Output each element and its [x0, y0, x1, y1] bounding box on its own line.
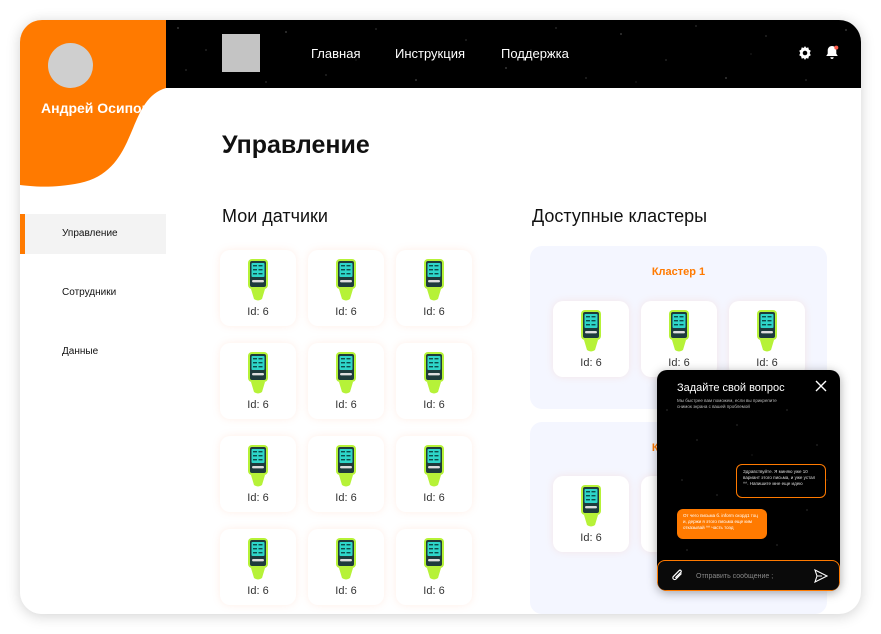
sensor-card[interactable]: Id: 6	[308, 529, 384, 605]
sensor-id-label: Id: 6	[247, 585, 269, 597]
sensor-card[interactable]: Id: 6	[220, 343, 296, 419]
sensor-device-icon	[336, 538, 356, 580]
sensor-card[interactable]: Id: 6	[308, 250, 384, 326]
sensor-id-label: Id: 6	[668, 357, 690, 369]
sensor-card[interactable]: Id: 6	[396, 529, 472, 605]
avatar[interactable]	[48, 43, 93, 88]
sidebar-item-label: Управление	[62, 228, 118, 239]
sensor-id-label: Id: 6	[335, 306, 357, 318]
gear-icon[interactable]	[798, 46, 812, 60]
sensor-device-icon	[424, 259, 444, 301]
sensor-card[interactable]: Id: 6	[396, 343, 472, 419]
sensor-id-label: Id: 6	[580, 357, 602, 369]
chat-message-support: От чего письма б. inform скорд1 тоц и, д…	[677, 509, 767, 539]
sensor-id-label: Id: 6	[247, 306, 269, 318]
sensor-device-icon	[424, 352, 444, 394]
sensor-id-label: Id: 6	[335, 399, 357, 411]
support-chat-widget: Задайте свой вопрос Мы быстрее вам помож…	[657, 370, 840, 591]
bell-icon[interactable]	[825, 45, 839, 60]
sensor-device-icon	[248, 259, 268, 301]
sensor-id-label: Id: 6	[423, 306, 445, 318]
nav-link-instructions[interactable]: Инструкция	[395, 46, 465, 61]
sensor-device-icon	[248, 538, 268, 580]
my-sensors-title: Мои датчики	[222, 206, 328, 226]
sidebar-item-data[interactable]: Данные	[20, 332, 166, 372]
sensor-device-icon	[248, 352, 268, 394]
sensor-device-icon	[336, 445, 356, 487]
sensor-id-label: Id: 6	[247, 492, 269, 504]
sensor-device-icon	[757, 310, 777, 352]
sensor-card[interactable]: Id: 6	[308, 436, 384, 512]
sensor-device-icon	[424, 445, 444, 487]
sensor-id-label: Id: 6	[423, 492, 445, 504]
nav-link-support[interactable]: Поддержка	[501, 46, 569, 61]
sensor-card[interactable]: Id: 6	[220, 529, 296, 605]
sensor-card[interactable]: Id: 6	[396, 436, 472, 512]
sensor-card[interactable]: Id: 6	[220, 250, 296, 326]
sensor-card[interactable]: Id: 6	[396, 250, 472, 326]
app-window: Андрей Осипов Управление Сотрудники Данн…	[20, 20, 861, 614]
chat-input-bar	[657, 560, 840, 591]
chat-message-input[interactable]	[696, 570, 806, 582]
sensor-device-icon	[581, 310, 601, 352]
logo-placeholder[interactable]	[222, 34, 260, 72]
sensor-id-label: Id: 6	[335, 585, 357, 597]
sensor-card[interactable]: Id: 6	[729, 301, 805, 377]
chat-title: Задайте свой вопрос	[677, 382, 785, 394]
sensor-card[interactable]: Id: 6	[308, 343, 384, 419]
page-title: Управление	[222, 131, 370, 159]
sensor-card[interactable]: Id: 6	[220, 436, 296, 512]
sidebar: Андрей Осипов Управление Сотрудники Данн…	[20, 20, 166, 614]
sensor-id-label: Id: 6	[423, 585, 445, 597]
nav-link-home[interactable]: Главная	[311, 46, 360, 61]
sidebar-item-label: Данные	[62, 346, 99, 357]
sensor-id-label: Id: 6	[335, 492, 357, 504]
sensor-card[interactable]: Id: 6	[641, 301, 717, 377]
sensor-id-label: Id: 6	[423, 399, 445, 411]
sidebar-item-label: Сотрудники	[62, 287, 117, 298]
chat-message-user: Здравствуйте. Я миняю уже 10 вариант это…	[736, 464, 826, 498]
paperclip-icon[interactable]	[671, 569, 685, 583]
sidebar-item-management[interactable]: Управление	[20, 214, 166, 254]
chat-subtitle: Мы быстрее вам поможем, если вы прикрепи…	[677, 398, 777, 409]
clusters-title: Доступные кластеры	[532, 206, 708, 226]
sensor-device-icon	[424, 538, 444, 580]
sensor-device-icon	[336, 352, 356, 394]
sensor-id-label: Id: 6	[247, 399, 269, 411]
sensor-device-icon	[581, 485, 601, 527]
sensor-device-icon	[336, 259, 356, 301]
top-navbar: Главная Инструкция Поддержка	[166, 20, 861, 88]
sensor-device-icon	[669, 310, 689, 352]
sensor-card[interactable]: Id: 6	[553, 301, 629, 377]
user-name: Андрей Осипов	[41, 100, 151, 116]
sidebar-item-employees[interactable]: Сотрудники	[20, 273, 166, 313]
cluster-title: Кластер 1	[651, 266, 706, 278]
sensor-id-label: Id: 6	[580, 532, 602, 544]
sensor-id-label: Id: 6	[756, 357, 778, 369]
sensor-device-icon	[248, 445, 268, 487]
send-icon[interactable]	[814, 569, 828, 583]
sensor-card[interactable]: Id: 6	[553, 476, 629, 552]
close-icon[interactable]	[815, 380, 827, 392]
